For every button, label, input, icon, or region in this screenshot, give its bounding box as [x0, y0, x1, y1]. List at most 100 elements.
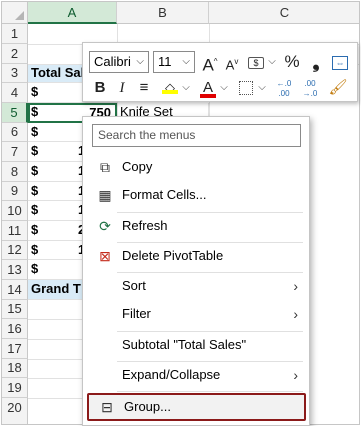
row-header-20[interactable]: 20 — [2, 398, 28, 424]
font-name-value: Calibri — [94, 54, 131, 69]
select-all-triangle-icon — [15, 11, 24, 20]
grow-font-icon: A — [202, 55, 214, 75]
row-header-10[interactable]: 10 — [2, 201, 28, 221]
menu-item-sort[interactable]: Sort › — [87, 272, 306, 300]
italic-button[interactable]: I — [111, 77, 133, 99]
font-color-button[interactable]: A — [197, 77, 219, 99]
cell-a11-currency: $ — [31, 222, 39, 237]
row-header-16[interactable]: 16 — [2, 319, 28, 339]
percent-icon: % — [284, 52, 300, 71]
row-header-12[interactable]: 12 — [2, 241, 28, 260]
group-icon: ⊟ — [101, 399, 113, 415]
font-color-icon: A — [200, 80, 216, 99]
row-header-14[interactable]: 14 — [2, 280, 28, 300]
column-header-c[interactable]: C — [209, 2, 359, 24]
row-header-17[interactable]: 17 — [2, 339, 28, 359]
menu-item-sort-label: Sort — [122, 278, 146, 293]
align-center-button[interactable]: ≡ — [133, 77, 155, 99]
menu-item-filter[interactable]: Filter › — [87, 300, 306, 328]
menu-item-expand-collapse[interactable]: Expand/Collapse › — [87, 361, 306, 389]
menu-item-group-label: Group... — [124, 399, 171, 414]
menu-item-subtotal[interactable]: Subtotal "Total Sales" — [87, 331, 306, 359]
mini-toolbar: Calibri ⌵ 11 ⌵ A^ Av $ ⌵ % ❟ ⇔ B I ≡ ◇ ⌵… — [82, 42, 358, 102]
row-header-6[interactable]: 6 — [2, 123, 28, 142]
menu-item-format-cells[interactable]: ▦ Format Cells... — [87, 181, 306, 209]
row-header-7[interactable]: 7 — [2, 142, 28, 162]
select-all-corner[interactable] — [2, 2, 28, 24]
row-header-4[interactable]: 4 — [2, 83, 28, 103]
menu-separator — [117, 391, 303, 392]
autofit-button[interactable]: ⇔ — [329, 51, 351, 73]
align-center-icon: ≡ — [139, 79, 149, 96]
row-header-5[interactable]: 5 — [2, 103, 28, 123]
chevron-right-icon: › — [293, 367, 298, 383]
bold-icon: B — [94, 79, 106, 96]
comma-icon: ❟ — [312, 52, 320, 72]
copy-icon: ⧉ — [100, 159, 110, 175]
accounting-format-icon: $ — [248, 57, 264, 69]
menu-item-refresh[interactable]: ⟳ Refresh — [87, 212, 306, 240]
borders-icon — [239, 81, 253, 95]
column-header-b[interactable]: B — [117, 2, 209, 24]
row-header-8[interactable]: 8 — [2, 162, 28, 182]
cell-a9-currency: $ — [31, 183, 39, 198]
row-header-1[interactable]: 1 — [2, 24, 28, 44]
menu-item-expand-collapse-label: Expand/Collapse — [122, 367, 221, 382]
accounting-dropdown-icon[interactable]: ⌵ — [267, 51, 277, 73]
chevron-right-icon: › — [293, 278, 298, 294]
format-painter-icon: 🖌 — [328, 79, 348, 96]
cell-a7-currency: $ — [31, 143, 39, 158]
comma-style-button[interactable]: ❟ — [305, 51, 327, 73]
grow-font-button[interactable]: A^ — [199, 51, 221, 75]
column-header-a[interactable]: A — [28, 2, 117, 24]
increase-decimal-button[interactable]: ←.0 .00 — [273, 77, 295, 99]
fill-color-icon: ◇ — [162, 77, 178, 95]
row-header-15[interactable]: 15 — [2, 300, 28, 319]
borders-dropdown-icon[interactable]: ⌵ — [257, 77, 267, 99]
format-cells-icon: ▦ — [98, 187, 112, 203]
menu-item-copy-label: Copy — [122, 159, 153, 174]
row-header-13[interactable]: 13 — [2, 260, 28, 280]
chevron-right-icon: › — [293, 306, 298, 322]
delete-pivottable-icon: ⊠ — [99, 248, 111, 264]
menu-item-copy[interactable]: ⧉ Copy — [87, 153, 306, 181]
fill-color-dropdown-icon[interactable]: ⌵ — [181, 77, 191, 99]
font-size-value: 11 — [158, 54, 172, 69]
menu-item-filter-label: Filter — [122, 306, 151, 321]
percent-style-button[interactable]: % — [281, 51, 303, 73]
row-header-11[interactable]: 11 — [2, 221, 28, 241]
row-header-18[interactable]: 18 — [2, 359, 28, 378]
decrease-decimal-icon: .00 →.0 — [302, 79, 318, 98]
refresh-icon: ⟳ — [99, 218, 111, 234]
cell-a12-currency: $ — [31, 242, 39, 257]
row-header-19[interactable]: 19 — [2, 378, 28, 398]
menu-item-subtotal-label: Subtotal "Total Sales" — [122, 337, 247, 352]
chevron-down-icon: ⌵ — [182, 56, 190, 67]
menu-search-input[interactable]: Search the menus — [92, 124, 301, 147]
decrease-decimal-button[interactable]: .00 →.0 — [299, 77, 321, 99]
chevron-down-icon: ⌵ — [136, 56, 144, 67]
borders-button[interactable] — [235, 77, 257, 99]
menu-item-format-cells-label: Format Cells... — [122, 187, 207, 202]
context-menu: Search the menus ⧉ Copy ▦ Format Cells..… — [82, 116, 310, 426]
format-painter-button[interactable]: 🖌 — [327, 77, 349, 99]
font-size-combo[interactable]: 11 ⌵ — [153, 51, 195, 73]
menu-item-group[interactable]: ⊟ Group... — [87, 393, 306, 421]
row-header-9[interactable]: 9 — [2, 182, 28, 201]
accounting-format-button[interactable]: $ — [245, 51, 267, 73]
row-header-2[interactable]: 2 — [2, 44, 28, 64]
font-name-combo[interactable]: Calibri ⌵ — [89, 51, 149, 73]
fill-color-button[interactable]: ◇ — [159, 77, 181, 99]
autofit-column-icon: ⇔ — [332, 56, 348, 70]
menu-item-delete-pivottable[interactable]: ⊠ Delete PivotTable — [87, 242, 306, 270]
menu-item-refresh-label: Refresh — [122, 218, 168, 233]
bold-button[interactable]: B — [89, 77, 111, 99]
cell-a10-currency: $ — [31, 202, 39, 217]
cell-a8-currency: $ — [31, 163, 39, 178]
italic-icon: I — [119, 80, 125, 96]
menu-item-delete-pivottable-label: Delete PivotTable — [122, 248, 224, 263]
font-color-dropdown-icon[interactable]: ⌵ — [219, 77, 229, 99]
shrink-font-button[interactable]: Av — [221, 51, 243, 73]
increase-decimal-icon: ←.0 .00 — [276, 79, 292, 98]
row-header-3[interactable]: 3 — [2, 64, 28, 83]
